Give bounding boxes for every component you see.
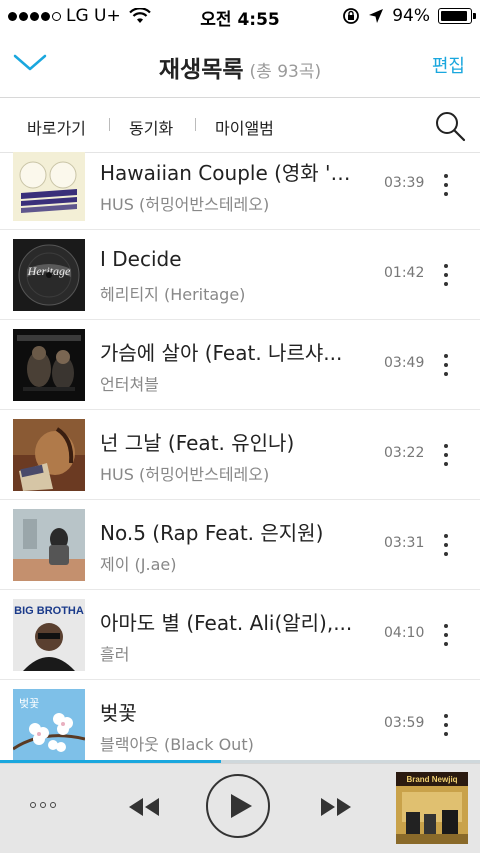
nav-divider <box>195 118 196 131</box>
song-row[interactable]: 벚꽃 벚꽃 블랙아웃 (Black Out) 03:59 <box>0 680 480 762</box>
nav-shortcut[interactable]: 바로가기 <box>27 115 86 139</box>
song-title: Hawaiian Couple (영화 '… <box>100 161 351 185</box>
song-duration: 03:22 <box>384 445 425 461</box>
page-title-wrap: 재생목록 (총 93곡) <box>0 50 480 84</box>
location-icon <box>369 9 384 23</box>
status-bar: LG U+ 오전 4:55 94% <box>0 0 480 32</box>
song-row[interactable]: 가슴에 살아 (Feat. 나르샤... 언터쳐블 03:49 <box>0 320 480 410</box>
fast-forward-icon[interactable] <box>318 795 354 819</box>
more-horizontal-icon[interactable] <box>30 802 56 808</box>
song-duration: 01:42 <box>384 265 425 281</box>
song-duration: 03:59 <box>384 715 425 731</box>
nav-my-album[interactable]: 마이앨범 <box>215 115 274 139</box>
song-duration: 03:39 <box>384 175 425 191</box>
album-art <box>13 152 85 221</box>
album-art <box>13 419 85 491</box>
rewind-icon[interactable] <box>126 795 162 819</box>
edit-button[interactable]: 편집 <box>432 52 465 78</box>
page-title: 재생목록 <box>158 57 244 83</box>
song-row[interactable]: 넌 그날 (Feat. 유인나) HUS (허밍어반스테레오) 03:22 <box>0 410 480 500</box>
nav-divider <box>109 118 110 131</box>
now-playing-album-art[interactable]: Brand Newjiq <box>396 772 468 844</box>
more-vertical-icon[interactable] <box>432 432 460 478</box>
song-count: (총 93곡) <box>249 62 322 82</box>
mini-player: Brand Newjiq <box>0 763 480 853</box>
rotation-lock-icon <box>343 8 360 24</box>
song-artist: HUS (허밍어반스테레오) <box>100 195 270 214</box>
more-vertical-icon[interactable] <box>432 522 460 568</box>
song-artist: 헤리티지 (Heritage) <box>100 285 246 304</box>
song-artist: 블랙아웃 (Black Out) <box>100 735 254 754</box>
blossom-logo-text: 벚꽃 <box>19 697 39 710</box>
song-row[interactable]: Heritage I Decide 헤리티지 (Heritage) 01:42 <box>0 230 480 320</box>
nowplaying-logo-text: Brand Newjiq <box>406 775 457 784</box>
song-title: I Decide <box>100 247 182 271</box>
song-duration: 04:10 <box>384 625 425 641</box>
song-row[interactable]: Hawaiian Couple (영화 '… HUS (허밍어반스테레오) 03… <box>0 152 480 230</box>
play-button[interactable] <box>206 774 270 838</box>
header: 재생목록 (총 93곡) 편집 <box>0 32 480 98</box>
song-artist: HUS (허밍어반스테레오) <box>100 465 270 484</box>
album-art <box>13 509 85 581</box>
song-title: 벚꽃 <box>100 701 137 725</box>
album-art <box>13 329 85 401</box>
album-art: BIG BROTHA <box>13 599 85 671</box>
play-icon <box>231 794 252 818</box>
song-title: 아마도 별 (Feat. Ali(알리),... <box>100 611 353 635</box>
more-vertical-icon[interactable] <box>432 342 460 388</box>
album-art: Heritage <box>13 239 85 311</box>
battery-icon <box>438 8 476 24</box>
more-vertical-icon[interactable] <box>432 612 460 658</box>
song-list[interactable]: Hawaiian Couple (영화 '… HUS (허밍어반스테레오) 03… <box>0 152 480 762</box>
status-right: 94% <box>342 5 476 27</box>
search-icon[interactable] <box>434 110 466 142</box>
song-artist: 흘러 <box>100 645 130 664</box>
more-vertical-icon[interactable] <box>432 702 460 748</box>
bigbrotha-logo-text: BIG BROTHA <box>14 605 84 617</box>
nav-sync[interactable]: 동기화 <box>129 115 173 139</box>
battery-percent: 94% <box>392 6 430 26</box>
song-artist: 제이 (J.ae) <box>100 555 177 574</box>
song-duration: 03:31 <box>384 535 425 551</box>
sub-nav: 바로가기 동기화 마이앨범 <box>0 98 480 153</box>
song-title: 가슴에 살아 (Feat. 나르샤... <box>100 341 343 365</box>
album-art: 벚꽃 <box>13 689 85 761</box>
more-vertical-icon[interactable] <box>432 162 460 208</box>
more-vertical-icon[interactable] <box>432 252 460 298</box>
song-title: 넌 그날 (Feat. 유인나) <box>100 431 295 455</box>
song-artist: 언터쳐블 <box>100 375 159 394</box>
song-row[interactable]: No.5 (Rap Feat. 은지원) 제이 (J.ae) 03:31 <box>0 500 480 590</box>
song-title: No.5 (Rap Feat. 은지원) <box>100 521 324 545</box>
song-duration: 03:49 <box>384 355 425 371</box>
song-row[interactable]: BIG BROTHA 아마도 별 (Feat. Ali(알리),... 흘러 0… <box>0 590 480 680</box>
